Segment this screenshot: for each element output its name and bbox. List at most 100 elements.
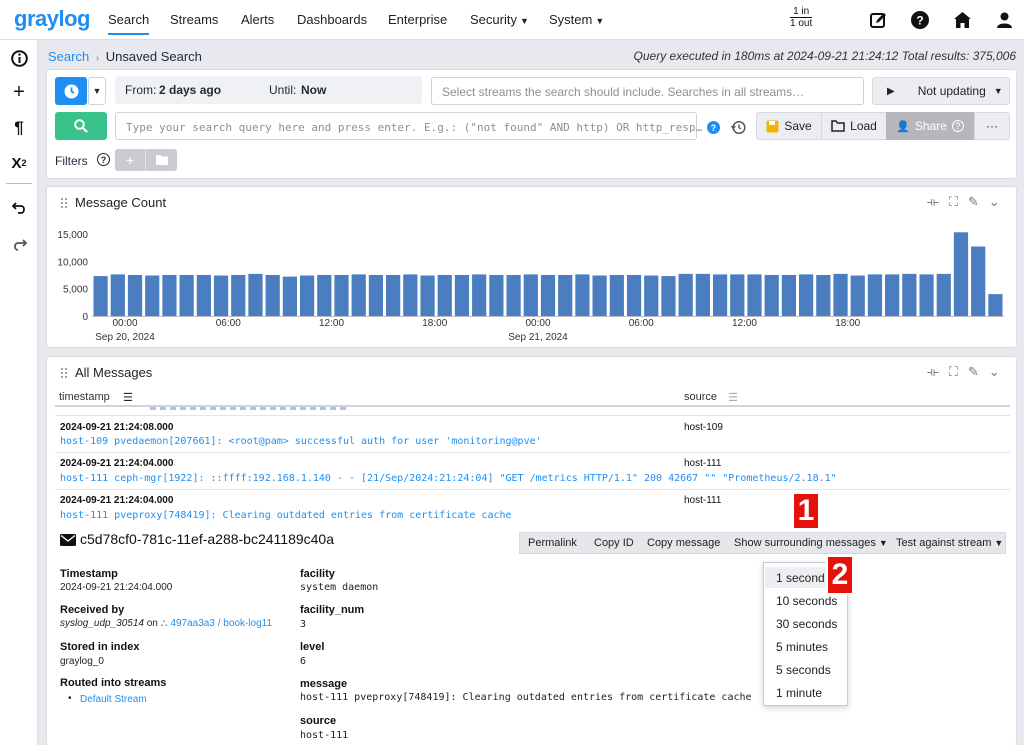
chart-bar[interactable] bbox=[747, 274, 762, 316]
chart-bar[interactable] bbox=[231, 274, 246, 316]
chart-bar[interactable] bbox=[592, 275, 607, 316]
chart-bar[interactable] bbox=[351, 274, 366, 316]
chart-bar[interactable] bbox=[368, 274, 384, 316]
menu-item-1-minute[interactable]: 1 minute bbox=[776, 686, 822, 700]
chart-bar[interactable] bbox=[971, 246, 986, 316]
sort-icon[interactable]: ☰ bbox=[728, 391, 738, 404]
throughput-indicator[interactable]: 1 in 1 out bbox=[790, 6, 813, 29]
chart-bar[interactable] bbox=[420, 275, 435, 316]
chart-bar[interactable] bbox=[730, 274, 745, 316]
pilcrow-icon[interactable]: ¶ bbox=[9, 118, 29, 138]
chart-bar[interactable] bbox=[454, 274, 470, 316]
info-icon[interactable] bbox=[9, 48, 29, 68]
chart-bar[interactable] bbox=[558, 274, 573, 316]
chart-bar[interactable] bbox=[93, 276, 108, 316]
user-icon[interactable] bbox=[994, 10, 1014, 30]
chart-bar[interactable] bbox=[850, 275, 865, 316]
menu-item-5-minutes[interactable]: 5 minutes bbox=[776, 640, 828, 654]
chart-bar[interactable] bbox=[799, 274, 814, 316]
load-search-button[interactable]: Load bbox=[821, 112, 887, 140]
column-header-source[interactable]: source bbox=[684, 391, 717, 403]
menu-item-1-second[interactable]: 1 second bbox=[776, 571, 825, 585]
chart-bar[interactable] bbox=[764, 274, 779, 316]
time-range-dropdown[interactable]: ▼ bbox=[88, 77, 106, 105]
chart-bar[interactable] bbox=[110, 274, 125, 316]
chevron-down-icon[interactable]: ⌄ bbox=[989, 364, 1000, 380]
chart-bar[interactable] bbox=[472, 274, 487, 316]
edit-icon[interactable]: ✎ bbox=[968, 364, 979, 380]
nav-security[interactable]: Security ▼ bbox=[470, 12, 529, 27]
undo-icon[interactable] bbox=[9, 198, 29, 218]
show-surrounding-messages-button[interactable]: Show surrounding messages ▼ bbox=[726, 537, 888, 549]
more-actions-button[interactable]: ··· bbox=[974, 112, 1010, 140]
menu-item-5-seconds[interactable]: 5 seconds bbox=[776, 663, 831, 677]
chart-bar[interactable] bbox=[661, 276, 676, 316]
chart-bar[interactable] bbox=[282, 276, 297, 316]
chart-bar[interactable] bbox=[162, 274, 177, 316]
chart-bar[interactable] bbox=[248, 273, 263, 316]
chart-bar[interactable] bbox=[403, 274, 418, 316]
help-icon[interactable]: ? bbox=[910, 10, 930, 30]
chart-bar[interactable] bbox=[781, 274, 797, 316]
nav-dashboards[interactable]: Dashboards bbox=[297, 12, 367, 27]
nav-alerts[interactable]: Alerts bbox=[241, 12, 274, 27]
chart-bar[interactable] bbox=[127, 274, 143, 316]
nav-enterprise[interactable]: Enterprise bbox=[388, 12, 447, 27]
chart-bar[interactable] bbox=[867, 274, 883, 316]
chart-bar[interactable] bbox=[919, 274, 934, 316]
chart-bar[interactable] bbox=[644, 275, 659, 316]
time-range-type-button[interactable] bbox=[55, 77, 87, 105]
chart-bar[interactable] bbox=[213, 275, 229, 316]
save-search-button[interactable]: Save bbox=[756, 112, 822, 140]
chart-bar[interactable] bbox=[540, 274, 556, 316]
expand-icon[interactable]: ⛶ bbox=[949, 364, 958, 380]
chart-bar[interactable] bbox=[609, 274, 624, 316]
chart-bar[interactable] bbox=[196, 274, 211, 316]
home-icon[interactable] bbox=[952, 10, 972, 30]
default-stream-link[interactable]: Default Stream bbox=[80, 694, 147, 705]
chart-bar[interactable] bbox=[179, 274, 194, 316]
subscript-icon[interactable]: X2 bbox=[9, 153, 29, 173]
plus-icon[interactable]: + bbox=[9, 81, 29, 103]
add-filter-button[interactable]: + bbox=[115, 149, 145, 171]
test-against-stream-button[interactable]: Test against stream ▼ bbox=[888, 537, 1004, 549]
copy-id-button[interactable]: Copy ID bbox=[586, 537, 639, 549]
nav-search[interactable]: Search bbox=[108, 12, 150, 35]
chart-bar[interactable] bbox=[506, 274, 521, 316]
redo-icon[interactable] bbox=[9, 235, 29, 255]
streams-select[interactable]: Select streams the search should include… bbox=[431, 77, 864, 105]
history-icon[interactable] bbox=[730, 120, 746, 138]
nav-streams[interactable]: Streams bbox=[170, 12, 218, 27]
chart-bar[interactable] bbox=[833, 273, 848, 316]
drag-handle-icon[interactable] bbox=[60, 367, 68, 379]
permalink-button[interactable]: Permalink bbox=[520, 537, 586, 549]
chart-bar[interactable] bbox=[523, 274, 538, 316]
chart-bar[interactable] bbox=[575, 274, 590, 316]
chart-bar[interactable] bbox=[265, 274, 280, 316]
chart-bar[interactable] bbox=[489, 274, 504, 316]
chart-bar[interactable] bbox=[816, 274, 831, 316]
column-header-timestamp[interactable]: timestamp bbox=[59, 391, 110, 403]
nav-system[interactable]: System ▼ bbox=[549, 12, 604, 27]
chart-bar[interactable] bbox=[145, 275, 160, 316]
time-range-display[interactable]: From: 2 days ago Until: Now bbox=[115, 76, 422, 104]
share-search-button[interactable]: 👤 Share ? bbox=[886, 112, 974, 140]
chart-bar[interactable] bbox=[712, 274, 728, 316]
graylog-logo[interactable]: graylog bbox=[14, 6, 90, 32]
chart-bar[interactable] bbox=[437, 274, 452, 316]
received-node-link[interactable]: 497aa3a3 / book-log11 bbox=[170, 618, 272, 629]
chart-bar[interactable] bbox=[386, 274, 401, 316]
chart-bar[interactable] bbox=[626, 274, 642, 316]
chart-bar[interactable] bbox=[953, 232, 969, 316]
chart-bar[interactable] bbox=[885, 274, 900, 316]
filter-folder-button[interactable] bbox=[145, 149, 177, 171]
sort-icon[interactable]: ☰ bbox=[123, 391, 133, 404]
search-submit-button[interactable] bbox=[55, 112, 107, 140]
edit-scratchpad-icon[interactable] bbox=[868, 10, 888, 30]
focus-icon[interactable]: ⟛ bbox=[927, 364, 939, 380]
chart-bar[interactable] bbox=[334, 274, 349, 316]
copy-message-button[interactable]: Copy message bbox=[639, 537, 726, 549]
chart-bar[interactable] bbox=[299, 275, 315, 316]
message-count-chart[interactable]: 15,000 10,000 5,000 0 00:00 Sep 20, 2024 06:00… bbox=[47, 187, 1018, 349]
menu-item-10-seconds[interactable]: 10 seconds bbox=[776, 594, 837, 608]
